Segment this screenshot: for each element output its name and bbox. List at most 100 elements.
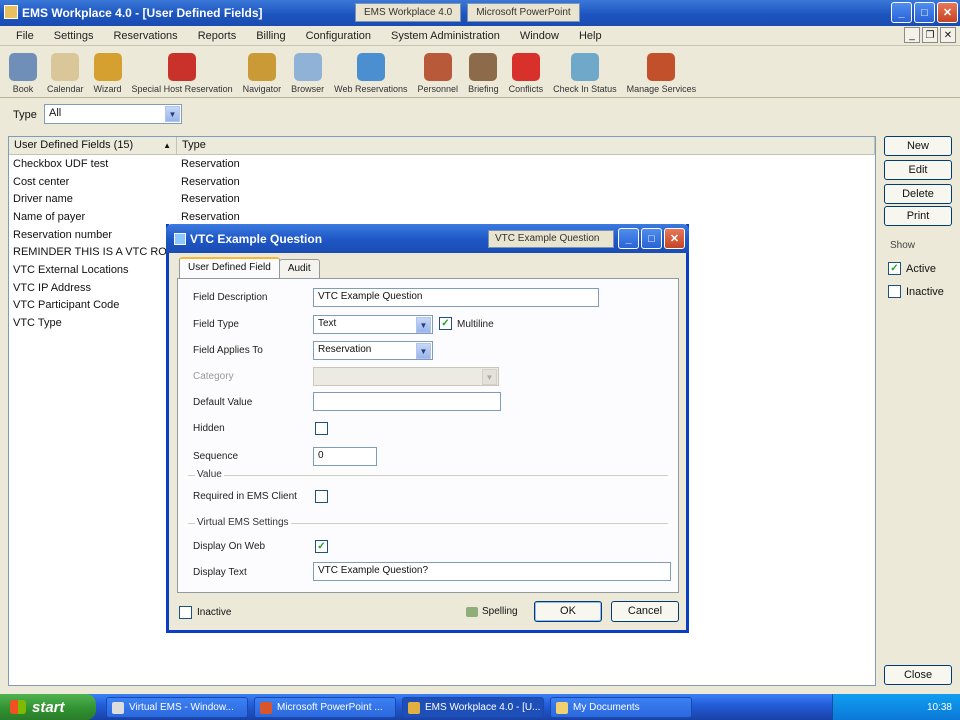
maximize-icon[interactable]: □ (914, 2, 935, 23)
chevron-down-icon[interactable]: ▼ (416, 317, 431, 333)
toolbar-button-web-reservations[interactable]: Web Reservations (329, 47, 412, 97)
dialog-inactive-checkbox[interactable] (179, 606, 192, 619)
menu-help[interactable]: Help (569, 30, 612, 42)
udf-name-cell: Name of payer (13, 210, 86, 223)
toolbar-button-special-host-reservation[interactable]: Special Host Reservation (127, 47, 238, 97)
inactive-checkbox[interactable] (888, 285, 901, 298)
field-type-label: Field Type (193, 319, 239, 330)
menu-settings[interactable]: Settings (44, 30, 104, 42)
dialog-close-icon[interactable]: ✕ (664, 228, 685, 249)
taskbar-item[interactable]: Virtual EMS - Window... (106, 697, 248, 718)
dialog-tabs: User Defined Field Audit (179, 257, 320, 279)
dialog-inactive-row[interactable]: Inactive (179, 606, 231, 619)
minimize-icon[interactable]: _ (891, 2, 912, 23)
inactive-checkbox-row[interactable]: Inactive (888, 285, 944, 298)
multiline-checkbox[interactable]: ✓ (439, 317, 452, 330)
menu-window[interactable]: Window (510, 30, 569, 42)
udf-type-cell: Reservation (181, 175, 240, 188)
active-checkbox-row[interactable]: ✓ Active (888, 262, 936, 275)
ok-button[interactable]: OK (534, 601, 602, 622)
menu-billing[interactable]: Billing (246, 30, 295, 42)
menu-file[interactable]: File (6, 30, 44, 42)
type-label: Type (13, 109, 37, 121)
hidden-label: Hidden (193, 423, 225, 434)
required-checkbox[interactable] (315, 490, 328, 503)
menu-reports[interactable]: Reports (188, 30, 247, 42)
default-value-input[interactable] (313, 392, 501, 411)
toolbar: Book Calendar Wizard Special Host Reservati… (0, 46, 960, 98)
toolbar-button-label: Wizard (93, 84, 122, 94)
delete-button[interactable]: Delete (884, 184, 952, 204)
mdi-minimize-icon[interactable]: _ (904, 27, 920, 43)
value-group-label: Value (195, 469, 224, 480)
chevron-down-icon[interactable]: ▼ (416, 343, 431, 359)
mdi-restore-icon[interactable]: ❐ (922, 27, 938, 43)
sequence-input[interactable]: 0 (313, 447, 377, 466)
close-icon[interactable]: ✕ (937, 2, 958, 23)
toolbar-button-conflicts[interactable]: Conflicts (504, 47, 549, 97)
udf-name-cell: VTC Type (13, 317, 62, 330)
field-applies-value: Reservation (318, 344, 372, 355)
menu-system-administration[interactable]: System Administration (381, 30, 510, 42)
mdi-close-icon[interactable]: ✕ (940, 27, 956, 43)
spelling-button[interactable]: Spelling (466, 606, 518, 617)
taskbar: start Virtual EMS - Window... Microsoft … (0, 694, 960, 720)
dialog-minimize-icon[interactable]: _ (618, 228, 639, 249)
list-item[interactable]: Checkbox UDF test Reservation (9, 155, 875, 173)
cancel-button[interactable]: Cancel (611, 601, 679, 622)
taskbar-item[interactable]: Microsoft PowerPoint ... (254, 697, 396, 718)
display-text-input[interactable]: VTC Example Question? (313, 562, 671, 581)
taskbar-item[interactable]: EMS Workplace 4.0 - [U... (402, 697, 544, 718)
required-label: Required in EMS Client (193, 491, 297, 502)
toolbar-button-briefing[interactable]: Briefing (463, 47, 504, 97)
toolbar-button-book[interactable]: Book (4, 47, 42, 97)
type-dropdown[interactable]: All ▼ (44, 104, 182, 124)
field-type-value: Text (318, 318, 337, 329)
toolbar-button-browser[interactable]: Browser (286, 47, 329, 97)
column-header-name[interactable]: User Defined Fields (15) ▲ (9, 137, 177, 154)
background-window-tab[interactable]: EMS Workplace 4.0 (355, 3, 462, 22)
column-header-type[interactable]: Type (177, 137, 875, 154)
toolbar-button-label: Manage Services (626, 84, 697, 94)
field-description-input[interactable]: VTC Example Question (313, 288, 599, 307)
toolbar-button-check-in-status[interactable]: Check In Status (548, 47, 622, 97)
udf-name-cell: VTC External Locations (13, 263, 129, 276)
category-dropdown[interactable]: ▼ (313, 367, 499, 386)
toolbar-button-manage-services[interactable]: Manage Services (622, 47, 702, 97)
chevron-down-icon[interactable]: ▼ (165, 106, 180, 122)
briefcase-icon (469, 53, 498, 81)
dialog-maximize-icon[interactable]: □ (641, 228, 662, 249)
field-type-dropdown[interactable]: Text ▼ (313, 315, 433, 334)
toolbar-button-personnel[interactable]: Personnel (413, 47, 464, 97)
print-button[interactable]: Print (884, 206, 952, 226)
toolbar-button-navigator[interactable]: Navigator (238, 47, 287, 97)
chevron-down-icon[interactable]: ▼ (482, 369, 497, 385)
dialog-taskbar-tab[interactable]: VTC Example Question (488, 230, 614, 248)
wizard-icon (93, 53, 122, 81)
tab-user-defined-field[interactable]: User Defined Field (179, 257, 280, 279)
close-button[interactable]: Close (884, 665, 952, 685)
people-icon (423, 53, 452, 81)
menu-configuration[interactable]: Configuration (296, 30, 381, 42)
show-group-label: Show (890, 240, 916, 251)
sort-arrow-icon: ▲ (163, 141, 171, 150)
taskbar-item[interactable]: My Documents (550, 697, 692, 718)
window-title-bar: EMS Workplace 4.0 - [User Defined Fields… (0, 0, 960, 26)
udf-type-cell: Reservation (181, 193, 240, 206)
display-on-web-checkbox[interactable]: ✓ (315, 540, 328, 553)
list-item[interactable]: Driver name Reservation (9, 190, 875, 208)
taskbar-item-label: Microsoft PowerPoint ... (277, 702, 383, 713)
udf-name-cell: Driver name (13, 193, 73, 206)
toolbar-button-wizard[interactable]: Wizard (89, 47, 127, 97)
hidden-checkbox[interactable] (315, 422, 328, 435)
tab-audit[interactable]: Audit (278, 259, 320, 279)
edit-button[interactable]: Edit (884, 160, 952, 180)
active-checkbox[interactable]: ✓ (888, 262, 901, 275)
field-applies-dropdown[interactable]: Reservation ▼ (313, 341, 433, 360)
background-window-tab[interactable]: Microsoft PowerPoint (467, 3, 580, 22)
toolbar-button-calendar[interactable]: Calendar (42, 47, 89, 97)
list-item[interactable]: Cost center Reservation (9, 173, 875, 191)
new-button[interactable]: New (884, 136, 952, 156)
start-button[interactable]: start (0, 694, 96, 720)
menu-reservations[interactable]: Reservations (103, 30, 187, 42)
